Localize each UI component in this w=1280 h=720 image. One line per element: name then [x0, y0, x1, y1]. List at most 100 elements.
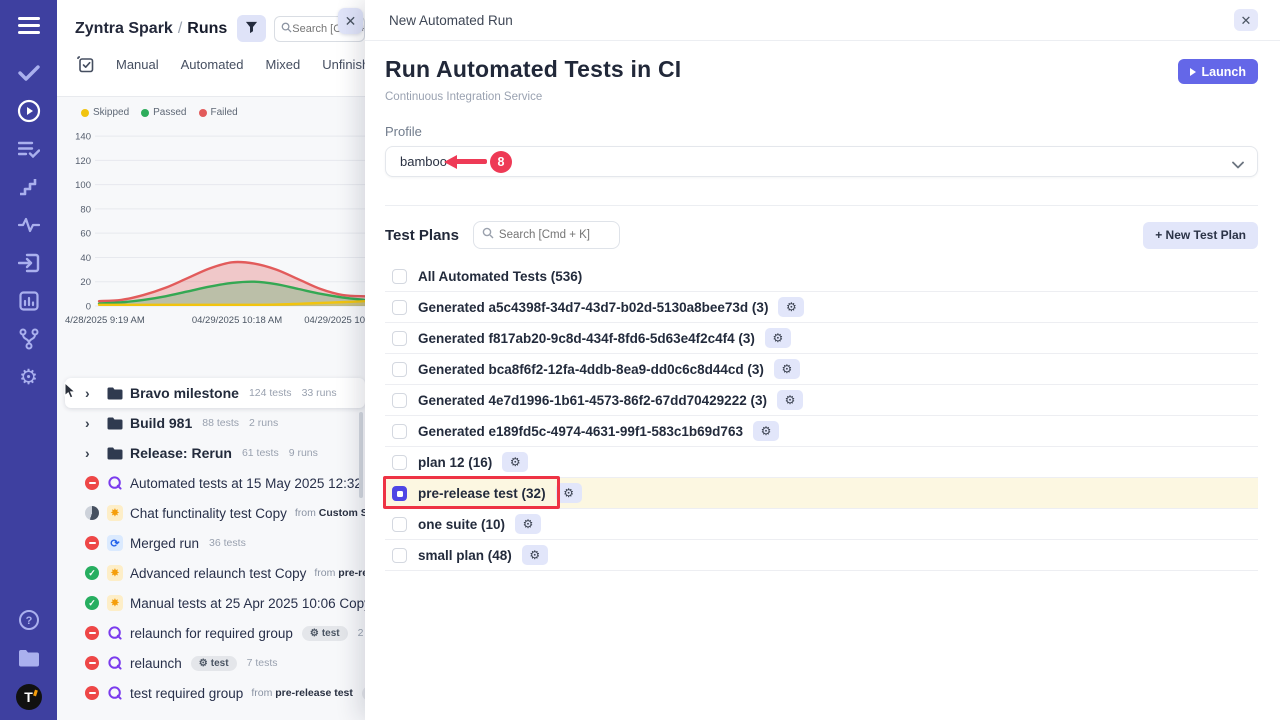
- test-plan-row[interactable]: one suite (10) ⚙: [385, 509, 1258, 540]
- plan-checkbox[interactable]: [392, 300, 407, 315]
- modal-close-icon[interactable]: ✕: [1234, 9, 1258, 31]
- play-circle-icon[interactable]: [17, 99, 41, 123]
- expand-chevron-icon[interactable]: ›: [85, 445, 101, 461]
- tab-mixed[interactable]: Mixed: [266, 57, 301, 72]
- filter-icon: [245, 21, 258, 37]
- run-title: test required group: [130, 686, 243, 701]
- test-plan-row[interactable]: plan 12 (16)⚙: [385, 447, 1258, 478]
- plan-settings-gear-icon[interactable]: ⚙: [778, 297, 804, 317]
- run-row[interactable]: ›Release: Rerun61 tests9 runs: [65, 438, 365, 468]
- gear-icon[interactable]: ⚙: [17, 365, 41, 389]
- run-title: Bravo milestone: [130, 385, 239, 401]
- run-row[interactable]: ✓✸Advanced relaunch test Copyfrom pre-re…: [65, 558, 365, 588]
- new-automated-run-modal: New Automated Run ✕ Run Automated Tests …: [365, 0, 1280, 720]
- run-meta: 7 tests: [247, 657, 278, 669]
- plan-checkbox[interactable]: [392, 331, 407, 346]
- run-row[interactable]: ›Build 98188 tests2 runs: [65, 408, 365, 438]
- run-title: Advanced relaunch test Copy: [130, 566, 306, 581]
- plan-label: one suite (10): [418, 517, 505, 532]
- test-plan-row[interactable]: Generated 4e7d1996-1b61-4573-86f2-67dd70…: [385, 385, 1258, 416]
- test-plan-row[interactable]: Generated e189fd5c-4974-4631-99f1-583c1b…: [385, 416, 1258, 447]
- run-row[interactable]: relaunch for required group⚙test2 tests: [65, 618, 365, 648]
- plan-checkbox[interactable]: [392, 393, 407, 408]
- page-title: Runs: [187, 20, 227, 37]
- test-plan-row[interactable]: Generated f817ab20-9c8d-434f-8fd6-5d63e4…: [385, 323, 1258, 354]
- run-status-half-icon: [85, 506, 101, 520]
- check-icon[interactable]: [17, 61, 41, 85]
- run-meta: 88 tests2 runs: [202, 417, 278, 429]
- test-plan-row[interactable]: pre-release test (32)⚙: [385, 478, 1258, 509]
- list-check-icon[interactable]: [17, 137, 41, 161]
- run-title: Chat functinality test Copy: [130, 506, 287, 521]
- run-title: Release: Rerun: [130, 445, 232, 461]
- test-plan-row[interactable]: All Automated Tests (536): [385, 261, 1258, 292]
- test-plan-row[interactable]: Generated bca8f6f2-12fa-4ddb-8ea9-dd0c6c…: [385, 354, 1258, 385]
- run-row[interactable]: ✓✸Manual tests at 25 Apr 2025 10:06 Copy…: [65, 588, 365, 618]
- run-heading: Run Automated Tests in CI: [385, 56, 681, 83]
- search-icon: [482, 226, 494, 244]
- run-from: from Custom Selection: [295, 507, 365, 519]
- expand-chevron-icon[interactable]: ›: [85, 385, 101, 401]
- run-status-blocked-icon: [85, 536, 101, 550]
- plan-checkbox[interactable]: [392, 548, 407, 563]
- plan-checkbox[interactable]: [392, 455, 407, 470]
- plan-settings-gear-icon[interactable]: ⚙: [774, 359, 800, 379]
- run-row[interactable]: Automated tests at 15 May 2025 12:32from…: [65, 468, 365, 498]
- plan-settings-gear-icon[interactable]: ⚙: [777, 390, 803, 410]
- projects-folder-icon[interactable]: [17, 646, 41, 670]
- service-subtitle: Continuous Integration Service: [385, 91, 1258, 103]
- plan-checkbox[interactable]: [392, 269, 407, 284]
- test-plan-row[interactable]: small plan (48)⚙: [385, 540, 1258, 571]
- legend-item: Skipped: [81, 107, 129, 118]
- plan-settings-gear-icon[interactable]: ⚙: [522, 545, 548, 565]
- tab-unfinished[interactable]: Unfinished: [322, 57, 365, 72]
- plan-settings-gear-icon[interactable]: ⚙: [515, 514, 541, 534]
- tab-automated[interactable]: Automated: [181, 57, 244, 72]
- plan-settings-gear-icon[interactable]: ⚙: [502, 452, 528, 472]
- steps-icon[interactable]: [17, 175, 41, 199]
- filter-button[interactable]: [237, 15, 266, 42]
- run-title: Automated tests at 15 May 2025 12:32: [130, 476, 362, 491]
- run-status-passed-icon: ✓: [85, 596, 101, 610]
- svg-text:4/28/2025 9:19 AM: 4/28/2025 9:19 AM: [65, 315, 145, 326]
- run-row[interactable]: ⟳Merged run36 tests: [65, 528, 365, 558]
- svg-text:100: 100: [75, 180, 91, 191]
- sign-in-icon[interactable]: [17, 251, 41, 275]
- plan-checkbox[interactable]: [392, 517, 407, 532]
- test-plans-search-input[interactable]: [499, 229, 609, 241]
- new-test-plan-button[interactable]: + New Test Plan: [1143, 222, 1258, 249]
- breadcrumb: Zyntra Spark/Runs: [75, 20, 227, 38]
- close-icon[interactable]: ✕: [338, 8, 363, 34]
- activity-icon[interactable]: [17, 213, 41, 237]
- scrollbar[interactable]: [359, 412, 363, 498]
- runs-panel: Zyntra Spark/Runs ✕ Manual Automated Mixed…: [57, 0, 365, 720]
- test-plans-search[interactable]: [473, 221, 620, 249]
- help-icon[interactable]: ?: [17, 608, 41, 632]
- plan-checkbox[interactable]: [392, 424, 407, 439]
- plan-settings-gear-icon[interactable]: ⚙: [765, 328, 791, 348]
- report-chart-icon[interactable]: [17, 289, 41, 313]
- run-row[interactable]: ›Bravo milestone124 tests33 runs: [65, 378, 365, 408]
- plan-settings-gear-icon[interactable]: ⚙: [753, 421, 779, 441]
- cursor-pointer-icon: [64, 382, 77, 404]
- manual-run-icon: ✸: [107, 505, 123, 521]
- profile-select[interactable]: bamboo 8: [385, 146, 1258, 177]
- run-title: Manual tests at 25 Apr 2025 10:06 Copy: [130, 596, 365, 611]
- menu-icon[interactable]: [17, 14, 41, 38]
- launch-button[interactable]: Launch: [1178, 59, 1258, 84]
- plan-settings-gear-icon[interactable]: ⚙: [556, 483, 582, 503]
- branch-icon[interactable]: [17, 327, 41, 351]
- project-name: Zyntra Spark: [75, 20, 173, 37]
- test-plan-row[interactable]: Generated a5c4398f-34d7-43d7-b02d-5130a8…: [385, 292, 1258, 323]
- run-row[interactable]: relaunch⚙test7 tests: [65, 648, 365, 678]
- plan-checkbox[interactable]: [392, 486, 407, 501]
- avatar[interactable]: T: [16, 684, 42, 710]
- run-row[interactable]: test required groupfrom pre-release test…: [65, 678, 365, 708]
- plan-checkbox[interactable]: [392, 362, 407, 377]
- run-row[interactable]: ✸ Chat functinality test Copy from Custom …: [65, 498, 365, 528]
- run-meta: 2 tests: [358, 627, 365, 639]
- milestone-badge: ⚙test: [191, 656, 237, 671]
- bulk-select-icon[interactable]: [77, 56, 94, 73]
- tab-manual[interactable]: Manual: [116, 57, 159, 72]
- expand-chevron-icon[interactable]: ›: [85, 415, 101, 431]
